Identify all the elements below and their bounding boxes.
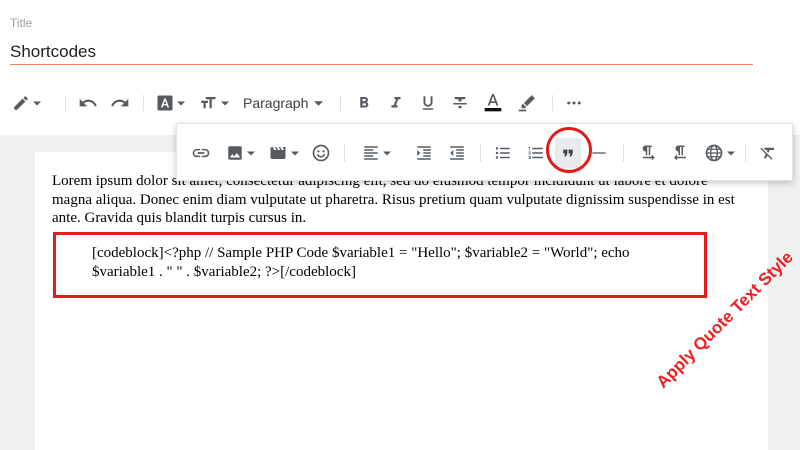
text-color-icon: [484, 93, 502, 112]
ltr-icon: [642, 145, 655, 161]
bullet-list-icon: [495, 147, 510, 159]
align-icon: [364, 146, 378, 160]
toolbar-divider: [745, 144, 746, 162]
image-icon: [228, 146, 242, 160]
pen-dropdown[interactable]: [12, 82, 41, 124]
indent-icon: [417, 146, 431, 160]
italic-icon: [391, 97, 401, 108]
bold-button[interactable]: [355, 82, 373, 124]
underline-button[interactable]: [419, 82, 437, 124]
italic-button[interactable]: [387, 82, 405, 124]
toolbar-divider: [623, 144, 624, 162]
chevron-down-icon: [383, 151, 391, 155]
toolbar-divider: [340, 95, 341, 111]
video-icon: [270, 147, 286, 159]
paragraph-format-label: Paragraph: [243, 95, 309, 111]
horizontal-line-icon: [592, 152, 606, 154]
chevron-down-icon: [177, 101, 185, 105]
title-label: Title: [10, 16, 33, 30]
language-dropdown[interactable]: [704, 124, 735, 182]
highlighter-icon: [518, 95, 535, 112]
horizontal-line-button[interactable]: [591, 124, 607, 182]
underline-icon: [422, 96, 434, 110]
outdent-icon: [450, 146, 464, 160]
undo-icon: [79, 98, 97, 107]
bullet-list-button[interactable]: [494, 124, 512, 182]
chevron-down-icon: [727, 151, 735, 155]
title-underline: [10, 64, 753, 65]
link-icon: [192, 148, 210, 158]
chevron-down-icon: [291, 151, 299, 155]
strikethrough-button[interactable]: [451, 82, 469, 124]
insert-link-button[interactable]: [191, 124, 211, 182]
chevron-down-icon: [247, 151, 255, 155]
toolbar-divider: [480, 144, 481, 162]
indent-button[interactable]: [415, 124, 433, 182]
redo-button[interactable]: [110, 82, 130, 124]
more-icon: [567, 101, 581, 105]
rtl-direction-button[interactable]: [671, 124, 689, 182]
paragraph-format-select[interactable]: Paragraph: [243, 82, 324, 124]
main-toolbar: Paragraph: [0, 82, 800, 124]
text-color-button[interactable]: [483, 82, 503, 124]
rtl-icon: [674, 145, 686, 161]
insert-video-dropdown[interactable]: [268, 124, 299, 182]
highlight-button[interactable]: [517, 82, 537, 124]
text-size-icon: [201, 97, 216, 109]
text-size-dropdown[interactable]: [198, 82, 229, 124]
toolbar-divider: [65, 95, 66, 111]
quote-button-highlight-circle: [546, 127, 592, 173]
toolbar-divider: [344, 144, 345, 162]
undo-button[interactable]: [78, 82, 98, 124]
more-options-button[interactable]: [565, 82, 583, 124]
language-icon: [705, 144, 723, 162]
codeblock-text[interactable]: [codeblock]<?php // Sample PHP Code $var…: [92, 244, 692, 282]
title-input[interactable]: Shortcodes: [10, 42, 96, 62]
insert-emoji-button[interactable]: [311, 124, 331, 182]
strikethrough-icon: [453, 97, 467, 109]
numbered-list-button[interactable]: [527, 124, 545, 182]
redo-icon: [111, 98, 129, 107]
font-color-icon: [157, 95, 173, 111]
chevron-down-icon: [314, 100, 324, 106]
pen-icon: [14, 96, 28, 110]
clear-formatting-button[interactable]: [759, 124, 777, 182]
insert-image-dropdown[interactable]: [226, 124, 255, 182]
insert-toolbar-popup: [176, 123, 793, 181]
toolbar-divider: [552, 95, 553, 111]
numbered-list-icon: [528, 147, 543, 159]
outdent-button[interactable]: [448, 124, 466, 182]
align-dropdown[interactable]: [362, 124, 391, 182]
ltr-direction-button[interactable]: [639, 124, 657, 182]
toolbar-divider: [143, 95, 144, 111]
bold-icon: [360, 97, 369, 108]
clear-format-icon: [760, 147, 774, 160]
chevron-down-icon: [33, 101, 41, 105]
chevron-down-icon: [221, 101, 229, 105]
font-color-dropdown[interactable]: [156, 82, 185, 124]
emoji-icon: [312, 144, 330, 162]
